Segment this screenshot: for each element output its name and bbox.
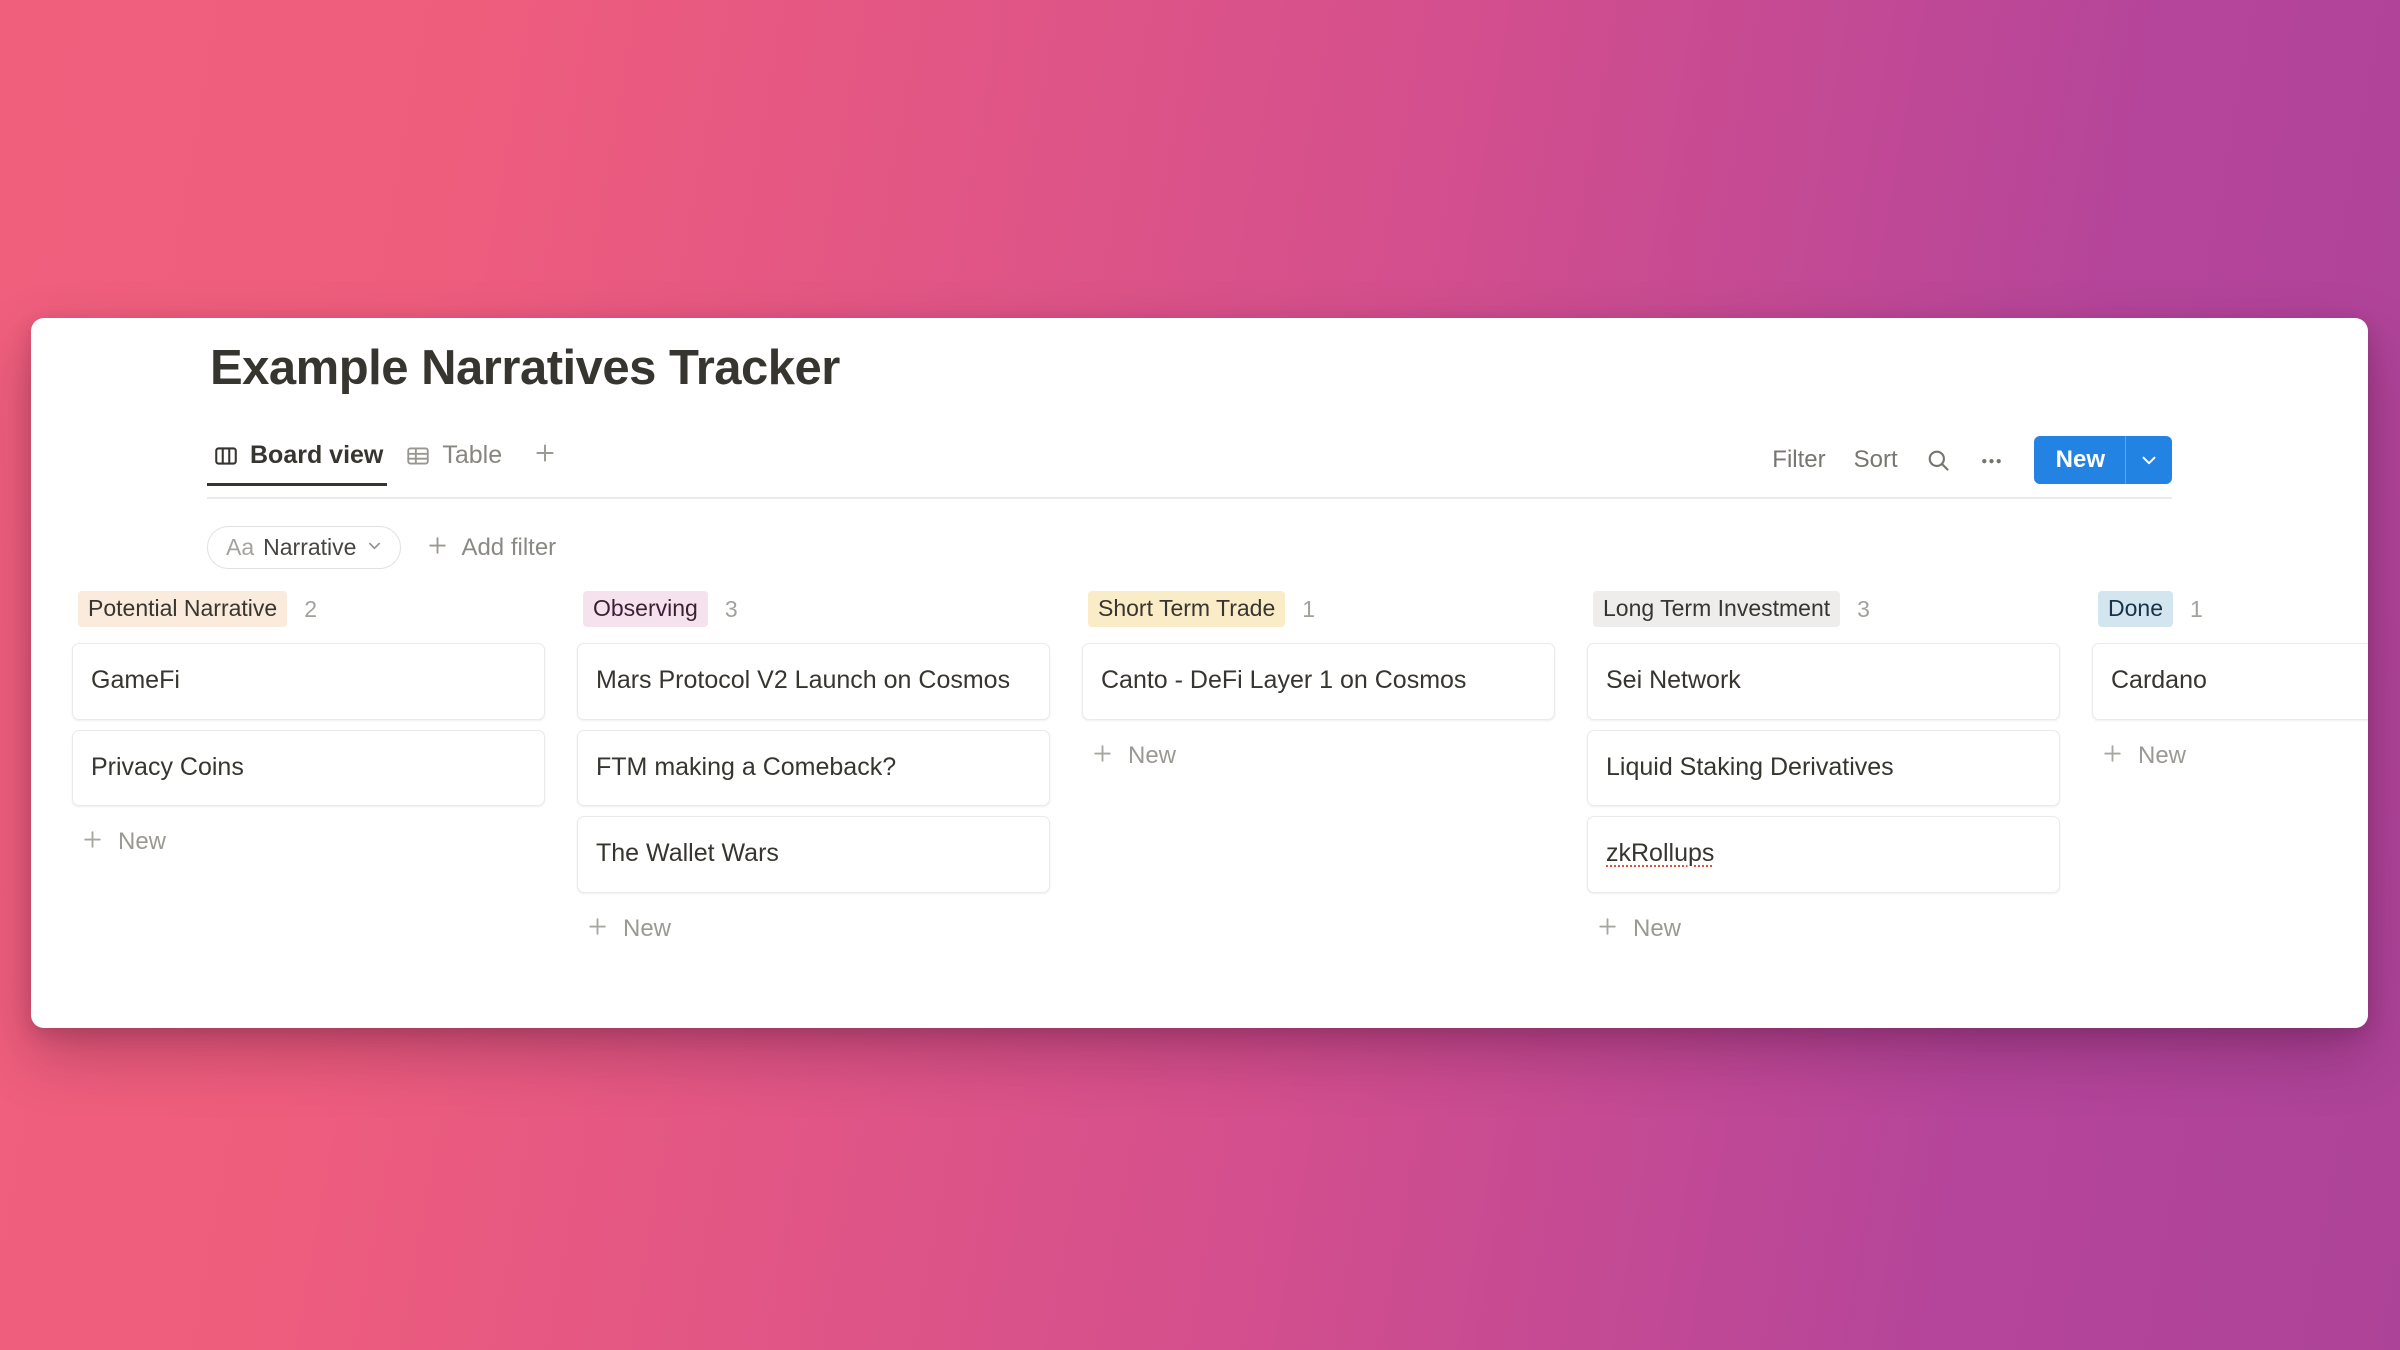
view-tab-bar: Board view Table Filter Sort New bbox=[207, 436, 2172, 498]
filter-button[interactable]: Filter bbox=[1758, 441, 1839, 479]
app-window: Example Narratives Tracker Board view Ta… bbox=[31, 318, 2368, 1028]
board-card[interactable]: Mars Protocol V2 Launch on Cosmos bbox=[577, 643, 1050, 720]
page-title: Example Narratives Tracker bbox=[210, 341, 840, 395]
board-card-title: Canto - DeFi Layer 1 on Cosmos bbox=[1101, 666, 1467, 694]
board-card[interactable]: Sei Network bbox=[1587, 643, 2060, 720]
plus-icon bbox=[1595, 914, 1620, 944]
tab-table[interactable]: Table bbox=[399, 437, 518, 486]
text-property-icon: Aa bbox=[226, 534, 255, 560]
add-card-label: New bbox=[118, 828, 167, 855]
board-column: Observing 3 Mars Protocol V2 Launch on Cos… bbox=[577, 588, 1050, 955]
chevron-down-icon bbox=[365, 536, 384, 560]
view-tabs: Board view Table bbox=[207, 436, 572, 487]
column-header[interactable]: Observing 3 bbox=[577, 588, 1050, 630]
filter-row: Aa Narrative Add filter bbox=[207, 526, 562, 569]
column-header[interactable]: Long Term Investment 3 bbox=[1587, 588, 2060, 630]
ellipsis-icon[interactable] bbox=[1965, 442, 2018, 479]
new-button-group[interactable]: New bbox=[2033, 436, 2172, 484]
board-card-title: Liquid Staking Derivatives bbox=[1606, 752, 1894, 781]
column-tag: Observing bbox=[583, 591, 708, 627]
column-header[interactable]: Done 1 bbox=[2092, 588, 2368, 630]
board-card-title: Mars Protocol V2 Launch on Cosmos bbox=[596, 666, 1011, 694]
chevron-down-icon[interactable] bbox=[2126, 436, 2172, 484]
board-column: Short Term Trade 1 Canto - DeFi Layer 1 on… bbox=[1082, 588, 1555, 955]
board-card[interactable]: FTM making a Comeback? bbox=[577, 729, 1050, 806]
add-card-label: New bbox=[1128, 741, 1177, 769]
table-grid-icon bbox=[405, 443, 431, 469]
board-column: Long Term Investment 3 Sei Network Liquid S… bbox=[1587, 588, 2060, 955]
board-card-title: Privacy Coins bbox=[91, 752, 244, 781]
filter-chip-label: Narrative bbox=[263, 534, 357, 560]
search-icon[interactable] bbox=[1912, 442, 1965, 479]
add-card-label: New bbox=[2138, 741, 2187, 769]
add-card-button[interactable]: New bbox=[72, 816, 545, 868]
board-column: Potential Narrative 2 GameFi Privacy Coins N… bbox=[72, 588, 545, 955]
column-tag: Done bbox=[2098, 591, 2173, 627]
column-count: 3 bbox=[1857, 595, 1870, 622]
column-header[interactable]: Short Term Trade 1 bbox=[1082, 588, 1555, 630]
add-view-button[interactable] bbox=[518, 436, 572, 487]
plus-icon bbox=[532, 440, 558, 471]
board-card[interactable]: Canto - DeFi Layer 1 on Cosmos bbox=[1082, 643, 1555, 720]
add-filter-button[interactable]: Add filter bbox=[419, 527, 562, 569]
board-card-title: GameFi bbox=[91, 666, 180, 694]
add-card-button[interactable]: New bbox=[2092, 730, 2368, 782]
plus-icon bbox=[2100, 741, 2125, 771]
board-card[interactable]: Cardano bbox=[2092, 643, 2368, 720]
board-columns: Potential Narrative 2 GameFi Privacy Coins N… bbox=[72, 588, 2368, 955]
board-card-title: zkRollups bbox=[1606, 839, 1715, 867]
add-card-button[interactable]: New bbox=[1082, 730, 1555, 782]
column-tag: Short Term Trade bbox=[1088, 591, 1286, 627]
board-toolbar: Filter Sort New bbox=[1758, 436, 2172, 498]
column-tag: Long Term Investment bbox=[1593, 591, 1841, 627]
board-card[interactable]: GameFi bbox=[72, 643, 545, 720]
board-card-title: Cardano bbox=[2111, 666, 2207, 694]
add-card-label: New bbox=[623, 914, 672, 942]
column-header[interactable]: Potential Narrative 2 bbox=[72, 588, 545, 630]
new-button[interactable]: New bbox=[2034, 436, 2125, 484]
add-card-button[interactable]: New bbox=[577, 903, 1050, 955]
add-card-button[interactable]: New bbox=[1587, 903, 2060, 955]
board-column: Done 1 Cardano New bbox=[2092, 588, 2368, 955]
board-card-title: FTM making a Comeback? bbox=[596, 752, 897, 781]
plus-icon bbox=[425, 533, 450, 563]
board-card-title: The Wallet Wars bbox=[596, 839, 779, 867]
sort-button[interactable]: Sort bbox=[1840, 441, 1912, 479]
tabbar-divider bbox=[207, 497, 2172, 499]
board-columns-icon bbox=[213, 443, 239, 469]
column-count: 1 bbox=[2189, 595, 2203, 622]
plus-icon bbox=[1090, 741, 1115, 771]
tab-board-view[interactable]: Board view bbox=[207, 437, 399, 486]
board-card[interactable]: The Wallet Wars bbox=[577, 816, 1050, 893]
add-filter-label: Add filter bbox=[461, 533, 557, 561]
plus-icon bbox=[80, 827, 105, 857]
tab-board-view-label: Board view bbox=[250, 441, 384, 469]
filter-chip-narrative[interactable]: Aa Narrative bbox=[207, 526, 402, 569]
board-card[interactable]: Privacy Coins bbox=[72, 729, 545, 806]
board-card[interactable]: Liquid Staking Derivatives bbox=[1587, 729, 2060, 806]
board-canvas: Potential Narrative 2 GameFi Privacy Coins N… bbox=[31, 588, 2368, 1028]
column-count: 2 bbox=[304, 595, 317, 622]
column-tag: Potential Narrative bbox=[78, 591, 288, 627]
column-count: 1 bbox=[1302, 595, 1316, 622]
column-count: 3 bbox=[724, 595, 738, 622]
board-card[interactable]: zkRollups bbox=[1587, 816, 2060, 893]
plus-icon bbox=[585, 914, 610, 944]
board-card-title: Sei Network bbox=[1606, 666, 1741, 694]
tab-table-label: Table bbox=[442, 441, 503, 469]
add-card-label: New bbox=[1633, 914, 1682, 942]
